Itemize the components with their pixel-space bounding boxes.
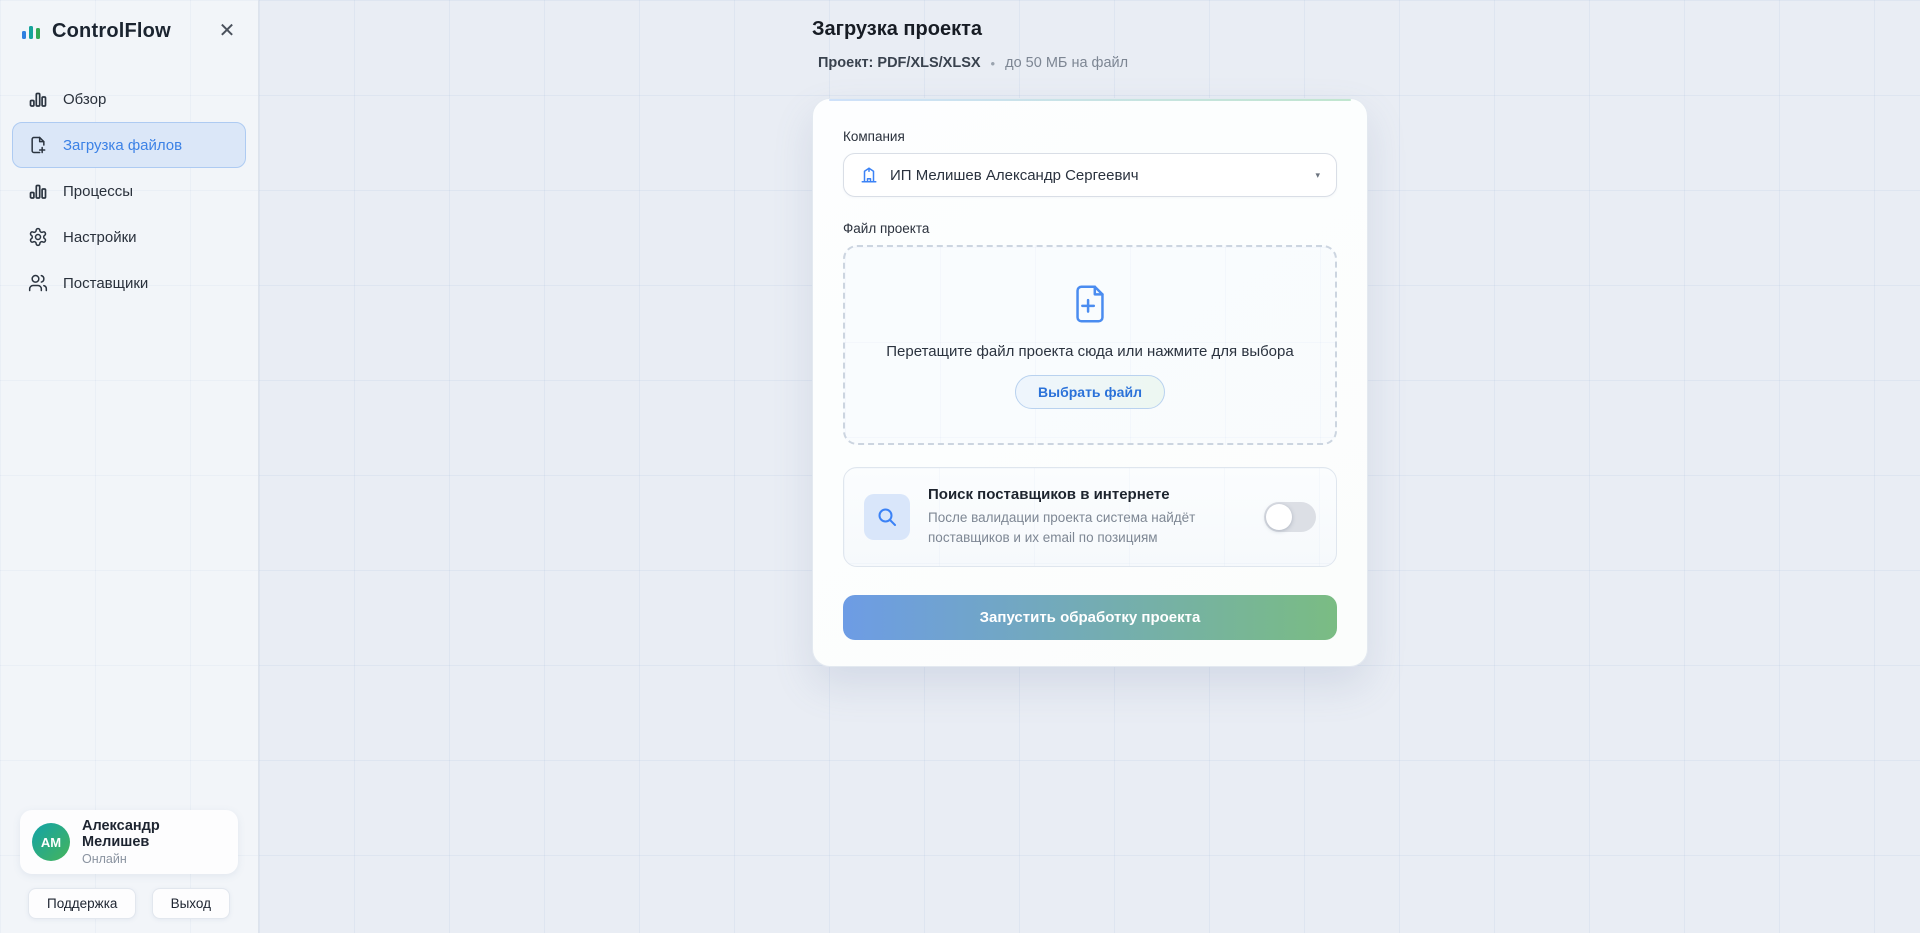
file-plus-icon (27, 134, 49, 156)
company-selected-value: ИП Мелишев Александр Сергеевич (890, 166, 1139, 184)
sidebar-item-upload[interactable]: Загрузка файлов (12, 122, 246, 168)
supplier-search-title: Поиск поставщиков в интернете (928, 485, 1170, 503)
dropzone-text: Перетащите файл проекта сюда или нажмите… (886, 343, 1294, 360)
project-formats-label: Проект: PDF/XLS/XLSX (818, 55, 981, 71)
sidebar-item-label: Загрузка файлов (63, 136, 183, 154)
brand-name: ControlFlow (52, 19, 171, 42)
user-name: Александр Мелишев (82, 818, 160, 850)
sidebar-item-processes[interactable]: Процессы (12, 168, 246, 214)
upload-card: Компания ИП Мелишев Александр Сергеевич … (812, 98, 1368, 667)
sidebar-item-label: Настройки (63, 228, 137, 246)
toggle-knob (1266, 504, 1292, 530)
building-icon (860, 166, 878, 184)
support-button[interactable]: Поддержка (28, 888, 137, 919)
file-size-limit-label: до 50 МБ на файл (1005, 55, 1129, 71)
sidebar-item-suppliers[interactable]: Поставщики (12, 260, 246, 306)
gear-icon (27, 226, 49, 248)
file-dropzone[interactable]: Перетащите файл проекта сюда или нажмите… (843, 245, 1337, 445)
close-sidebar-button[interactable]: ✕ (214, 18, 240, 44)
user-status: Онлайн (82, 852, 127, 866)
chevron-down-icon: ▾ (1315, 169, 1320, 180)
sidebar-item-settings[interactable]: Настройки (12, 214, 246, 260)
start-processing-button[interactable]: Запустить обработку проекта (843, 595, 1337, 640)
bar-chart-icon (27, 180, 49, 202)
search-icon (864, 494, 910, 540)
avatar: АМ (32, 823, 70, 861)
user-card[interactable]: АМ Александр Мелишев Онлайн (20, 810, 238, 874)
sidebar-nav: Обзор Загрузка файлов Процессы Настройки… (0, 62, 258, 306)
company-select[interactable]: ИП Мелишев Александр Сергеевич ▾ (843, 153, 1337, 197)
supplier-search-description: После валидации проекта система найдёт п… (928, 509, 1196, 545)
main-area: Загрузка проекта Проект: PDF/XLS/XLSX • … (259, 0, 1920, 933)
page-subtitle: Проект: PDF/XLS/XLSX • до 50 МБ на файл (812, 55, 1368, 71)
sidebar-item-label: Поставщики (63, 274, 149, 292)
sidebar-footer: Поддержка Выход (0, 888, 258, 933)
company-label: Компания (843, 129, 905, 144)
supplier-search-toggle[interactable] (1264, 502, 1316, 532)
bar-chart-icon (27, 88, 49, 110)
supplier-search-panel: Поиск поставщиков в интернете После вали… (843, 467, 1337, 567)
sidebar-item-overview[interactable]: Обзор (12, 76, 246, 122)
users-icon (27, 272, 49, 294)
separator-dot: • (990, 55, 996, 71)
sidebar-header: ControlFlow ✕ (0, 0, 258, 62)
sidebar-item-label: Обзор (63, 90, 107, 108)
page-title: Загрузка проекта (812, 18, 982, 40)
choose-file-button[interactable]: Выбрать файл (1015, 375, 1165, 409)
sidebar-item-label: Процессы (63, 182, 134, 200)
sidebar: ControlFlow ✕ Обзор Загрузка файлов Проц… (0, 0, 259, 933)
file-plus-icon (1067, 281, 1113, 327)
brand-logo-icon (20, 20, 42, 42)
logout-button[interactable]: Выход (151, 888, 230, 919)
file-label: Файл проекта (843, 221, 930, 236)
